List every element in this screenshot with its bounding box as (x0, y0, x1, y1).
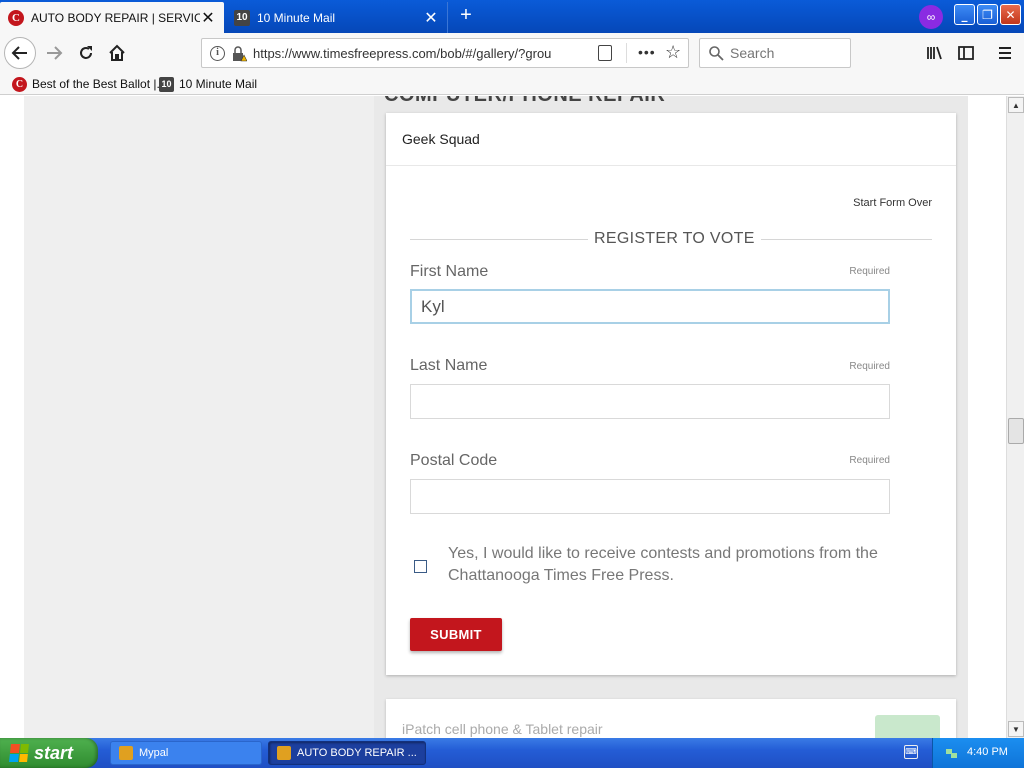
tab-title: AUTO BODY REPAIR | SERVICES (31, 10, 200, 25)
windows-logo-icon (9, 744, 29, 762)
back-arrow-icon (11, 46, 27, 60)
card-title: Geek Squad (402, 131, 480, 147)
first-name-input[interactable] (410, 289, 890, 324)
register-form-card: Geek Squad Start Form Over REGISTER TO V… (386, 113, 956, 675)
submit-button[interactable]: SUBMIT (410, 618, 502, 651)
task-label: Mypal (139, 747, 169, 759)
new-tab-button[interactable]: + (456, 5, 476, 26)
windows-taskbar: start Mypal AUTO BODY REPAIR ... ⌨ 4:40 … (0, 738, 1024, 768)
address-bar[interactable]: i https://www.timesfreepress.com/bob/#/g… (201, 38, 689, 68)
taskbar-item-auto-body-repair[interactable]: AUTO BODY REPAIR ... (268, 741, 426, 765)
times-free-press-icon: C (12, 76, 27, 92)
library-icon (927, 46, 942, 60)
minimize-window-button[interactable]: _ (954, 4, 975, 25)
last-name-label: Last Name (410, 357, 488, 374)
url-separator (626, 43, 627, 63)
promotions-checkbox-label: Yes, I would like to receive contests an… (448, 545, 878, 584)
search-icon (709, 46, 724, 61)
forward-arrow-icon (47, 46, 63, 60)
required-indicator: Required (849, 266, 890, 277)
start-form-over-link[interactable]: Start Form Over (853, 197, 932, 209)
required-indicator: Required (849, 361, 890, 372)
sidebar-toggle-button[interactable] (952, 39, 980, 67)
info-icon[interactable]: i (210, 46, 225, 61)
insecure-lock-icon[interactable] (231, 46, 247, 62)
times-free-press-icon: C (8, 9, 24, 26)
10-minute-mail-icon: 10 (234, 9, 250, 26)
scroll-up-arrow-icon[interactable]: ▲ (1008, 97, 1024, 113)
left-gutter (24, 96, 374, 738)
network-icon[interactable] (945, 746, 959, 760)
close-tab-icon[interactable]: ✕ (200, 8, 216, 28)
navigation-toolbar: i https://www.timesfreepress.com/bob/#/g… (0, 33, 1024, 73)
bookmark-label: 10 Minute Mail (179, 77, 258, 91)
promotions-checkbox[interactable] (414, 560, 427, 573)
start-label: start (34, 742, 74, 763)
postal-code-input[interactable] (410, 479, 890, 514)
system-tray: 4:40 PM (932, 738, 1024, 768)
clock[interactable]: 4:40 PM (967, 746, 1008, 758)
reload-button[interactable] (72, 39, 100, 67)
bookmark-best-of-the-best[interactable]: C Best of the Best Ballot |... (12, 76, 167, 92)
tab-auto-body-repair[interactable]: C AUTO BODY REPAIR | SERVICES ✕ (0, 2, 224, 33)
reload-icon (80, 46, 92, 59)
private-browsing-icon: ∞ (919, 5, 943, 29)
section-heading: COMPUTER/PHONE REPAIR (384, 96, 665, 107)
forward-button[interactable] (40, 39, 68, 67)
vertical-scrollbar[interactable]: ▲ ▼ (1006, 96, 1024, 738)
back-button[interactable] (4, 37, 36, 69)
search-bar[interactable] (699, 38, 851, 68)
next-listing-card[interactable]: iPatch cell phone & Tablet repair (386, 699, 956, 738)
reader-view-icon[interactable] (598, 45, 612, 61)
10-minute-mail-icon: 10 (159, 76, 174, 92)
postal-code-label: Postal Code (410, 452, 498, 469)
required-indicator: Required (849, 455, 890, 466)
scrollbar-thumb[interactable] (1008, 418, 1024, 444)
next-listing-title: iPatch cell phone & Tablet repair (402, 721, 603, 737)
library-button[interactable] (920, 39, 948, 67)
taskbar-item-mypal[interactable]: Mypal (110, 741, 262, 765)
hamburger-menu-icon (999, 47, 1011, 59)
hamburger-menu-button[interactable] (991, 39, 1019, 67)
bookmarks-toolbar: C Best of the Best Ballot |... 10 10 Min… (0, 73, 1024, 95)
sidebar-icon (958, 46, 974, 60)
card-divider (386, 165, 956, 166)
mypal-icon (277, 746, 291, 760)
close-window-button[interactable]: ✕ (1000, 4, 1021, 25)
start-button[interactable]: start (0, 738, 98, 768)
search-input[interactable] (730, 40, 846, 66)
scroll-down-arrow-icon[interactable]: ▼ (1008, 721, 1024, 737)
mypal-icon (119, 746, 133, 760)
bookmark-10-minute-mail[interactable]: 10 10 Minute Mail (159, 76, 257, 92)
first-name-label: First Name (410, 263, 489, 280)
maximize-window-button[interactable]: ❐ (977, 4, 998, 25)
form-heading: REGISTER TO VOTE (588, 230, 761, 248)
home-button[interactable] (103, 39, 131, 67)
tab-title: 10 Minute Mail (257, 10, 336, 25)
tab-strip: C AUTO BODY REPAIR | SERVICES ✕ 10 10 Mi… (0, 0, 1024, 33)
tab-10-minute-mail[interactable]: 10 10 Minute Mail ✕ (226, 2, 448, 33)
last-name-input[interactable] (410, 384, 890, 419)
close-tab-icon[interactable]: ✕ (423, 8, 439, 28)
page-actions-icon[interactable]: ••• (638, 44, 656, 60)
keyboard-layout-icon[interactable]: ⌨ (904, 745, 918, 759)
bookmark-label: Best of the Best Ballot |... (32, 77, 167, 91)
home-icon (109, 44, 125, 61)
next-listing-action-button[interactable] (875, 715, 940, 738)
url-text[interactable]: https://www.timesfreepress.com/bob/#/gal… (253, 46, 563, 61)
bookmark-star-icon[interactable]: ☆ (665, 42, 681, 63)
page-viewport: COMPUTER/PHONE REPAIR Geek Squad Start F… (0, 96, 1006, 738)
task-label: AUTO BODY REPAIR ... (297, 747, 417, 759)
